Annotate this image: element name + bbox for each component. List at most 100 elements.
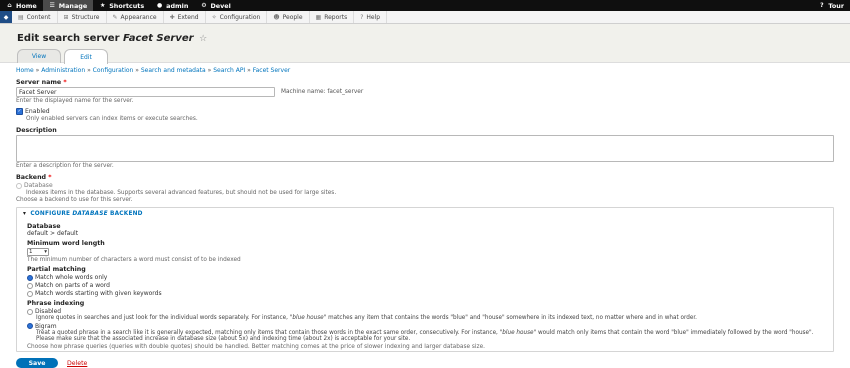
backend-option-database[interactable]: Database: [16, 182, 834, 189]
breadcrumb-link[interactable]: Search API: [213, 67, 245, 74]
appearance-icon: ✎: [112, 13, 118, 21]
backend-radio[interactable]: [16, 182, 22, 189]
desc-example: "blue house": [289, 315, 327, 321]
star-icon: ★: [99, 2, 106, 9]
partial-radio-selected[interactable]: [27, 274, 33, 281]
breadcrumb-separator: »: [207, 67, 212, 74]
partial-option-starting[interactable]: Match words starting with given keywords: [27, 290, 823, 297]
breadcrumb-link[interactable]: Facet Server: [253, 67, 291, 74]
page-title-server-name: Facet Server: [123, 33, 194, 44]
tray-item-label: People: [282, 13, 303, 21]
breadcrumb-link[interactable]: Search and metadata: [141, 67, 206, 74]
menu-icon: ☰: [49, 2, 55, 9]
tray-item-label: Reports: [324, 13, 348, 21]
tab-edit[interactable]: Edit: [64, 49, 108, 64]
breadcrumb: Home » Administration » Configuration » …: [16, 67, 834, 74]
phrase-option-disabled[interactable]: Disabled: [27, 308, 823, 315]
desc-example: "blue house": [499, 329, 537, 336]
backend-description: Choose a backend to use for this server.: [16, 197, 133, 203]
desc-text: Treat a quoted phrase in a search like i…: [36, 329, 500, 336]
phrase-radio[interactable]: [27, 308, 33, 315]
server-name-label: Server name *: [16, 79, 834, 86]
reports-icon: ▦: [315, 13, 322, 21]
min-word-select[interactable]: 1 ▾: [27, 248, 49, 256]
phrase-option-label: Bigram: [35, 322, 57, 330]
description-help: Enter a description for the server.: [16, 163, 114, 169]
toolbar-manage-label: Manage: [58, 1, 88, 10]
partial-matching-label: Partial matching: [27, 266, 86, 273]
tab-view[interactable]: View: [17, 49, 61, 63]
desc-text: matches any item that contains the words…: [326, 315, 697, 321]
drupal-logo-icon[interactable]: ◆: [0, 11, 12, 23]
phrase-indexing-description: Choose how phrase queries (queries with …: [27, 343, 485, 350]
admin-toolbar: ⌂ Home ☰ Manage ★ Shortcuts ● admin ⚙ De…: [0, 0, 850, 11]
partial-radio[interactable]: [27, 290, 33, 297]
tray-item-extend[interactable]: ✚ Extend: [164, 11, 206, 23]
breadcrumb-separator: »: [87, 67, 91, 74]
page-title: Edit search server Facet Server ☆: [17, 33, 207, 44]
toolbar-manage[interactable]: ☰ Manage: [42, 0, 94, 11]
tray-item-content[interactable]: ▤ Content: [12, 11, 58, 23]
tray-item-label: Structure: [71, 13, 100, 21]
phrase-disabled-description: Ignore quotes in searches and just look …: [36, 315, 823, 322]
phrase-radio-selected[interactable]: [27, 323, 33, 329]
backend-config-body: Database default > default Minimum word …: [17, 223, 833, 350]
enabled-description: Only enabled servers can index items or …: [26, 116, 198, 122]
enabled-checkbox[interactable]: ✓: [16, 108, 23, 115]
legend-backend-name: DATABASE: [72, 211, 108, 217]
breadcrumb-separator: »: [35, 67, 40, 74]
toolbar-home[interactable]: ⌂ Home: [0, 0, 43, 11]
phrase-indexing-label: Phrase indexing: [27, 300, 85, 307]
toolbar-shortcuts[interactable]: ★ Shortcuts: [93, 0, 150, 11]
tray-item-people[interactable]: ☻ People: [267, 11, 310, 23]
partial-radio[interactable]: [27, 282, 33, 289]
server-name-label-text: Server name: [16, 79, 62, 86]
min-word-description: The minimum number of characters a word …: [27, 257, 241, 263]
partial-option-parts[interactable]: Match on parts of a word: [27, 282, 823, 289]
tray-item-help[interactable]: ? Help: [354, 11, 388, 23]
chevron-down-icon: ▾: [44, 249, 47, 255]
page-header: Edit search server Facet Server ☆ View E…: [0, 24, 850, 64]
description-label: Description: [16, 127, 57, 134]
toolbar-user[interactable]: ● admin: [150, 0, 194, 11]
enabled-checkbox-row[interactable]: ✓ Enabled: [16, 108, 834, 115]
tray-item-label: Help: [366, 13, 381, 21]
phrase-option-label: Disabled: [35, 308, 62, 315]
required-mark: *: [48, 174, 52, 181]
breadcrumb-link[interactable]: Home: [16, 67, 34, 74]
server-name-description: Enter the displayed name for the server.: [16, 98, 134, 104]
partial-option-whole-words[interactable]: Match whole words only: [27, 274, 823, 281]
backend-option-label: Database: [24, 182, 53, 189]
main-content: Home » Administration » Configuration » …: [0, 63, 850, 368]
wrench-icon: ✧: [211, 13, 217, 21]
database-value: default > default: [27, 230, 79, 237]
phrase-option-bigram[interactable]: Bigram: [27, 323, 823, 330]
shortcut-star-icon[interactable]: ☆: [199, 34, 207, 44]
backend-option-description: Indexes items in the database. Supports …: [26, 190, 337, 196]
partial-option-label: Match on parts of a word: [35, 282, 110, 289]
tray-item-reports[interactable]: ▦ Reports: [310, 11, 355, 23]
toolbar-tour-label: Tour: [828, 1, 844, 10]
tray-item-appearance[interactable]: ✎ Appearance: [107, 11, 164, 23]
desc-text: Ignore quotes in searches and just look …: [36, 315, 290, 321]
server-name-input[interactable]: Facet Server: [16, 87, 275, 97]
content-icon: ▤: [18, 13, 24, 21]
collapse-arrow-icon: ▾: [23, 211, 27, 217]
tray-item-structure[interactable]: ⊞ Structure: [58, 11, 107, 23]
delete-link[interactable]: Delete: [67, 360, 87, 367]
backend-config-legend[interactable]: ▾ CONFIGURE DATABASE BACKEND: [23, 211, 833, 217]
backend-label-text: Backend: [16, 174, 47, 181]
legend-prefix: CONFIGURE: [30, 211, 71, 217]
breadcrumb-link[interactable]: Configuration: [93, 67, 134, 74]
toolbar-devel[interactable]: ⚙ Devel: [194, 0, 236, 11]
min-word-label: Minimum word length: [27, 240, 105, 247]
toolbar-tour[interactable]: ? Tour: [812, 0, 850, 11]
tray-item-configuration[interactable]: ✧ Configuration: [206, 11, 268, 23]
help-icon: ?: [820, 2, 824, 9]
tray-item-label: Appearance: [120, 13, 157, 21]
breadcrumb-link[interactable]: Administration: [41, 67, 85, 74]
primary-tabs: View Edit: [17, 49, 108, 64]
server-name-field: Server name * Facet Server Machine name:…: [16, 79, 834, 104]
description-textarea[interactable]: [16, 135, 834, 162]
legend-suffix: BACKEND: [110, 211, 143, 217]
